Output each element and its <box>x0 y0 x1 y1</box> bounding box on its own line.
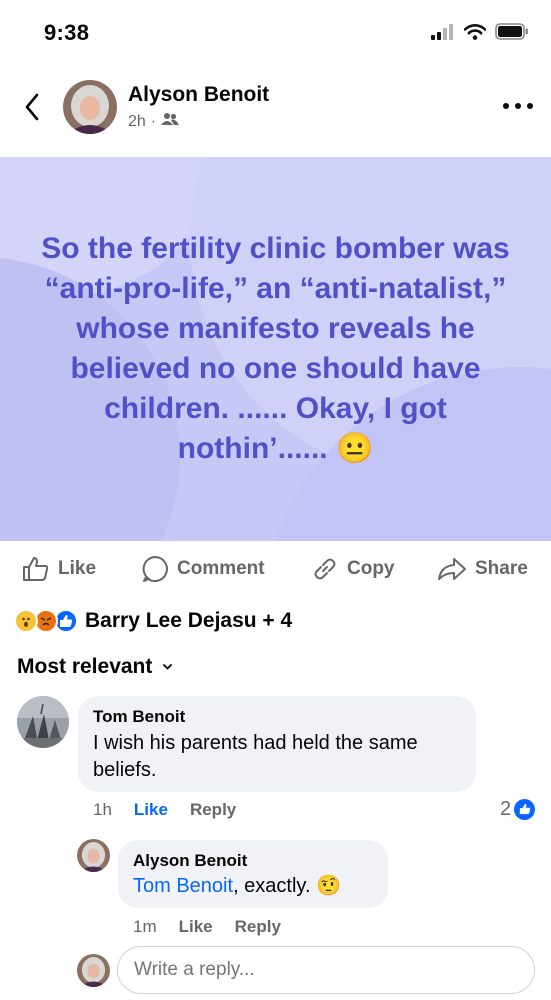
more-dot <box>515 103 521 109</box>
mention-link[interactable]: Tom Benoit <box>133 875 233 897</box>
chevron-down-icon <box>163 664 173 670</box>
status-bar: 9:38 <box>0 0 551 62</box>
reaction-count: 2 <box>500 797 512 820</box>
status-icons <box>431 23 529 45</box>
reply-meta: 1m Like Reply <box>133 915 281 939</box>
post-meta: 2h · <box>128 112 180 131</box>
status-time: 9:38 <box>44 20 90 45</box>
reply-text: Tom Benoit, exactly. 🤨 <box>133 873 341 900</box>
comment-text: I wish his parents had held the same bel… <box>93 732 418 781</box>
wifi-icon <box>463 23 487 45</box>
current-user-avatar <box>77 954 110 987</box>
reactions-summary[interactable]: Barry Lee Dejasu + 4 <box>14 606 292 636</box>
share-arrow-icon <box>438 558 466 580</box>
friends-audience-icon <box>161 112 180 131</box>
battery-icon <box>495 23 529 45</box>
copy-label: Copy <box>347 558 395 579</box>
meta-separator: · <box>150 112 157 130</box>
thumbs-up-icon <box>23 557 49 581</box>
like-icon <box>514 798 536 820</box>
commenter-avatar[interactable] <box>17 696 69 748</box>
sort-label: Most relevant <box>17 655 153 678</box>
reply-body: , exactly. 🤨 <box>233 875 341 897</box>
back-button[interactable] <box>20 90 44 124</box>
comment-meta: 1h Like Reply <box>93 798 236 822</box>
post-content: So the fertility clinic bomber was “anti… <box>0 157 551 541</box>
more-options-button[interactable] <box>503 94 533 118</box>
reaction-icons <box>14 609 82 633</box>
author-name[interactable]: Alyson Benoit <box>128 83 269 107</box>
comment-like-button[interactable]: Like <box>134 800 168 820</box>
comment-author[interactable]: Tom Benoit <box>93 707 185 727</box>
reply-author[interactable]: Alyson Benoit <box>133 851 247 871</box>
share-button[interactable]: Share <box>437 550 528 588</box>
more-dot <box>503 103 509 109</box>
copy-button[interactable]: Copy <box>311 550 395 588</box>
reply-like-button[interactable]: Like <box>179 917 213 937</box>
reply-input[interactable] <box>117 946 535 994</box>
reply-reply-button[interactable]: Reply <box>235 917 281 937</box>
wow-icon <box>14 609 38 633</box>
reply-time[interactable]: 1m <box>133 917 157 937</box>
author-avatar[interactable] <box>63 80 117 134</box>
signal-icon <box>431 23 455 45</box>
comment-button[interactable]: Comment <box>141 550 265 588</box>
comment-reaction-count[interactable]: 2 <box>500 796 536 822</box>
reactions-summary-text: Barry Lee Dejasu + 4 <box>85 609 293 632</box>
like-button[interactable]: Like <box>22 550 96 588</box>
post-time[interactable]: 2h <box>128 113 146 131</box>
reply-avatar[interactable] <box>77 839 110 872</box>
post-action-bar: Like Comment Copy Share <box>0 550 551 588</box>
share-label: Share <box>475 558 528 579</box>
chevron-left-icon <box>25 93 39 121</box>
comment-icon <box>142 556 168 582</box>
post-header: Alyson Benoit 2h · <box>0 70 551 146</box>
comment-time[interactable]: 1h <box>93 800 112 820</box>
comment-reply-button[interactable]: Reply <box>190 800 236 820</box>
like-label: Like <box>58 558 97 579</box>
comment-sort-dropdown[interactable]: Most relevant <box>17 653 173 681</box>
link-icon <box>314 558 336 580</box>
more-dot <box>527 103 533 109</box>
post-text: So the fertility clinic bomber was “anti… <box>41 232 510 465</box>
comment-label: Comment <box>177 558 265 579</box>
